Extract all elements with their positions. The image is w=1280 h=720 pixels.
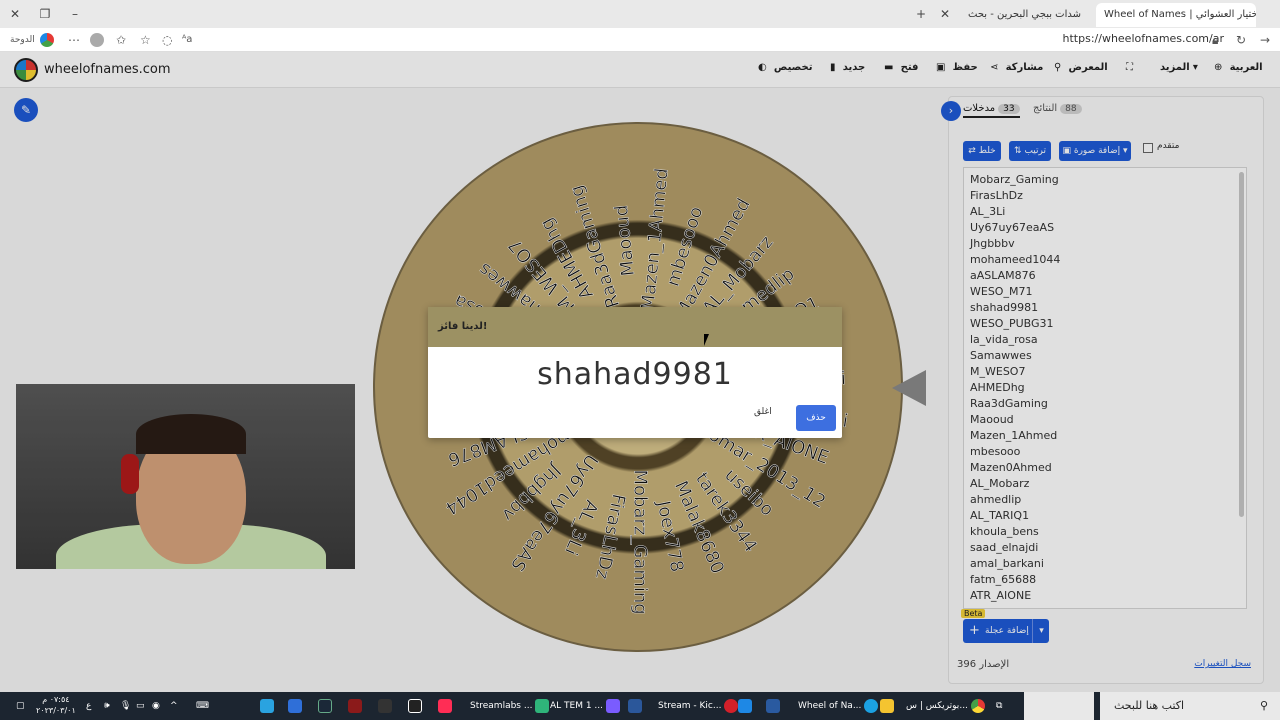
windows-taskbar: ▢ ٠٧:٥٤ م ٢٠٢٣/٠٣/٠١ ع 🕪︎ 🎙︎ ▭ ◉ ^ ⌨ Str… xyxy=(0,692,1280,720)
dialog-title: لدينا فائز! xyxy=(428,307,842,347)
search-icon: ⚲ xyxy=(1259,699,1268,712)
clock[interactable]: ٠٧:٥٤ م ٢٠٢٣/٠٣/٠١ xyxy=(36,694,76,716)
task-view-icon[interactable]: ⧉ xyxy=(996,698,1002,714)
capcut-icon[interactable] xyxy=(408,698,425,714)
notification-icon[interactable]: ▢ xyxy=(16,698,25,714)
collections-icon[interactable]: ✩ xyxy=(116,31,126,49)
new-tab-icon[interactable]: + xyxy=(910,4,932,24)
back-icon[interactable]: → xyxy=(1260,31,1270,49)
remove-button[interactable]: حذف xyxy=(796,405,836,431)
copilot-icon[interactable] xyxy=(40,33,54,47)
more-icon[interactable]: ⋯ xyxy=(68,31,80,49)
url-field[interactable]: https://wheelofnames.com/ar xyxy=(1063,32,1224,45)
zebra-image xyxy=(1024,692,1094,720)
app-icon[interactable]: ◌ xyxy=(162,31,172,49)
steam-tray-icon[interactable]: ◉ xyxy=(152,698,160,714)
volume-icon[interactable]: 🕪︎ xyxy=(104,698,110,714)
profile-avatar[interactable] xyxy=(90,33,104,47)
refresh-icon[interactable]: ↻ xyxy=(1236,31,1246,49)
adobe-icon[interactable] xyxy=(348,698,365,714)
tray-chevron-icon[interactable]: ^ xyxy=(170,698,178,714)
address-bar: الدوحة ⋯ ✩ ☆ ◌ ᴬa https://wheelofnames.c… xyxy=(0,28,1280,52)
telegram-icon[interactable] xyxy=(260,698,277,714)
tab-search[interactable]: شدات ببجي البحرين - بحث xyxy=(960,3,1092,27)
steam-icon[interactable] xyxy=(318,698,335,714)
winner-dialog: لدينا فائز! shahad9981 اغلق حذف xyxy=(428,307,842,438)
browser-tab-bar: ✕ ❐ – + ✕ شدات ببجي البحرين - بحث Wheel … xyxy=(0,0,1280,28)
word-icon[interactable] xyxy=(628,698,645,714)
close-window-icon[interactable]: ✕ xyxy=(4,4,26,24)
browser-left-label: الدوحة xyxy=(10,35,35,45)
tab-wheel-of-names[interactable]: Wheel of Names | عجلة الاختيار العشوائي xyxy=(1096,3,1256,27)
taskbar-altem[interactable]: AL TEM 1 ... xyxy=(550,698,623,714)
mail-icon[interactable] xyxy=(738,698,755,714)
taskbar-search[interactable]: اكتب هنا للبحث ⚲ xyxy=(1100,692,1280,720)
close-button[interactable]: اغلق xyxy=(754,407,772,417)
app-icon-a[interactable] xyxy=(288,698,305,714)
taskbar-kick[interactable]: Stream - Kic... xyxy=(658,698,741,714)
keyboard-language-icon[interactable]: ع xyxy=(86,698,91,714)
read-aloud-icon[interactable]: ᴬa xyxy=(182,31,192,49)
tiktok-icon[interactable] xyxy=(438,698,455,714)
taskbar-wheel-of-names[interactable]: Wheel of Na... xyxy=(798,698,881,714)
explorer-icon[interactable] xyxy=(766,698,783,714)
microphone-icon[interactable]: 🎙︎ xyxy=(120,698,131,714)
lock-icon: 🔒︎ xyxy=(1212,33,1219,47)
taskbar-streamlabs[interactable]: Streamlabs ... xyxy=(470,698,552,714)
restore-window-icon[interactable]: ❐ xyxy=(34,4,56,24)
ai-icon[interactable] xyxy=(378,698,395,714)
winner-name: shahad9981 xyxy=(537,357,733,392)
minimize-window-icon[interactable]: – xyxy=(64,4,86,24)
mouse-cursor-icon xyxy=(704,334,709,346)
battery-icon[interactable]: ▭ xyxy=(136,698,145,714)
keyboard-icon[interactable]: ⌨ xyxy=(196,698,209,714)
close-tab-icon[interactable]: ✕ xyxy=(934,4,956,24)
taskbar-chrome[interactable]: بوتريكس | س... xyxy=(906,698,988,714)
file-explorer-icon[interactable] xyxy=(880,698,897,714)
favorite-icon[interactable]: ☆ xyxy=(140,31,151,49)
